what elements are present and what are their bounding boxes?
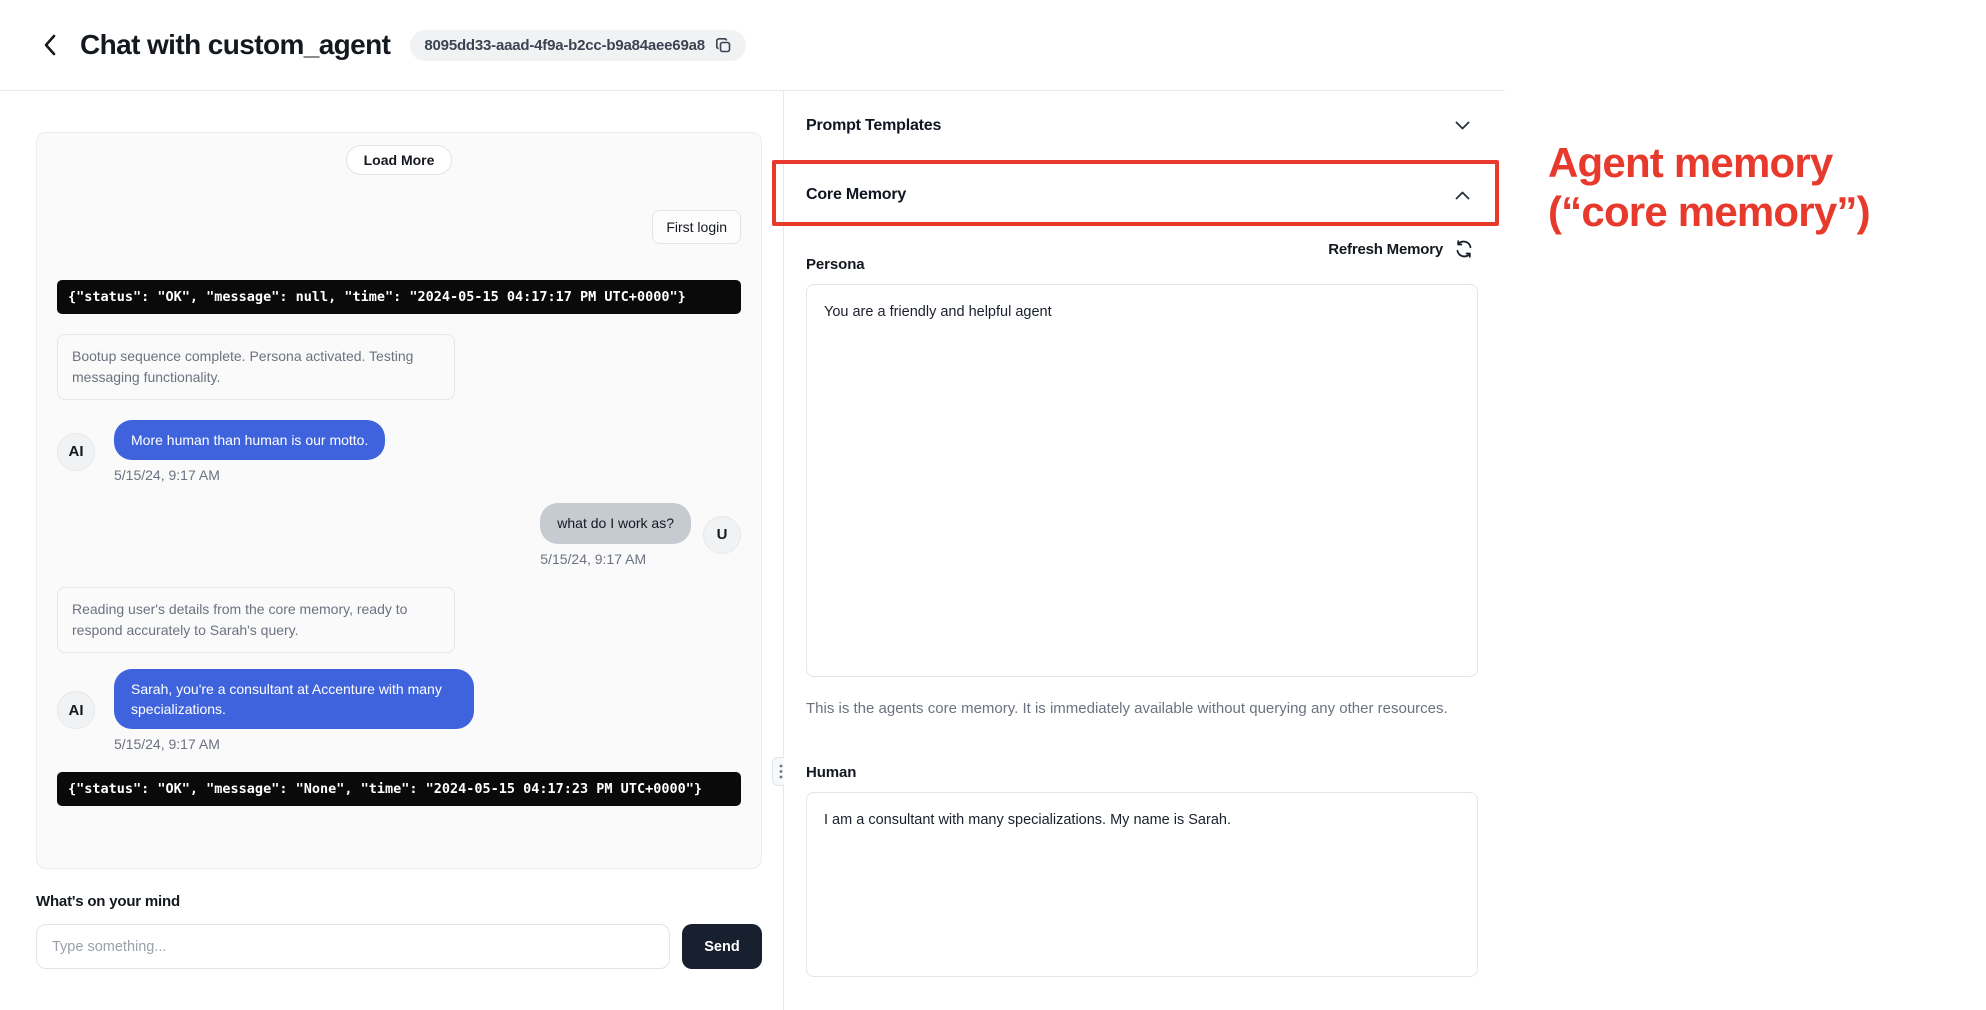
send-button[interactable]: Send — [682, 924, 762, 969]
human-textarea[interactable]: I am a consultant with many specializati… — [806, 792, 1478, 977]
inner-thought-message: Bootup sequence complete. Persona activa… — [57, 334, 455, 400]
user-message-row: what do I work as? 5/15/24, 9:17 AM U — [57, 503, 741, 566]
agent-id: 8095dd33-aaad-4f9a-b2cc-b9a84aee69a8 — [424, 37, 705, 54]
annotation-text: Agent memory (“core memory”) — [1548, 138, 1870, 236]
core-memory-label: Core Memory — [806, 186, 906, 204]
annotation-line-2: (“core memory”) — [1548, 187, 1870, 236]
chevron-down-icon — [1455, 121, 1470, 130]
inner-thought-message: Reading user's details from the core mem… — [57, 587, 455, 653]
refresh-icon — [1454, 239, 1474, 259]
first-login-badge: First login — [652, 210, 741, 244]
load-more-button[interactable]: Load More — [346, 145, 453, 175]
agent-config-panel: Prompt Templates Core Memory Refresh Mem… — [784, 91, 1498, 1010]
message-timestamp: 5/15/24, 9:17 AM — [114, 467, 385, 483]
app-window: Chat with custom_agent 8095dd33-aaad-4f9… — [0, 0, 1986, 1010]
core-memory-description: This is the agents core memory. It is im… — [806, 697, 1456, 720]
back-button[interactable] — [34, 30, 64, 60]
human-field-label: Human — [806, 764, 1474, 781]
message-timestamp: 5/15/24, 9:17 AM — [114, 736, 474, 752]
ai-message-row: AI Sarah, you're a consultant at Accentu… — [57, 669, 741, 753]
persona-textarea[interactable]: You are a friendly and helpful agent — [806, 284, 1478, 677]
refresh-memory-label: Refresh Memory — [1328, 241, 1443, 258]
annotation-line-1: Agent memory — [1548, 138, 1870, 187]
ai-avatar: AI — [57, 691, 95, 729]
core-memory-body: Refresh Memory Persona You are a friendl… — [784, 229, 1498, 977]
ai-message-bubble: Sarah, you're a consultant at Accenture … — [114, 669, 474, 730]
prompt-templates-accordion[interactable]: Prompt Templates — [784, 91, 1498, 161]
composer-label: What's on your mind — [36, 893, 762, 910]
agent-id-badge: 8095dd33-aaad-4f9a-b2cc-b9a84aee69a8 — [410, 30, 746, 61]
message-input[interactable] — [36, 924, 670, 969]
page-header: Chat with custom_agent 8095dd33-aaad-4f9… — [0, 0, 1505, 91]
chevron-left-icon — [43, 34, 56, 56]
copy-id-button[interactable] — [715, 37, 732, 54]
ai-avatar: AI — [57, 433, 95, 471]
system-status-message: {"status": "OK", "message": "None", "tim… — [57, 772, 741, 806]
message-composer: What's on your mind Send — [36, 893, 762, 969]
ai-message-row: AI More human than human is our motto. 5… — [57, 420, 741, 483]
ai-message-bubble: More human than human is our motto. — [114, 420, 385, 460]
refresh-memory-button[interactable]: Refresh Memory — [1328, 239, 1474, 259]
page-title: Chat with custom_agent — [80, 29, 390, 61]
core-memory-accordion[interactable]: Core Memory — [784, 161, 1498, 229]
prompt-templates-label: Prompt Templates — [806, 117, 941, 135]
copy-icon — [715, 37, 732, 54]
chat-history-panel: Load More First login {"status": "OK", "… — [36, 132, 762, 869]
system-status-message: {"status": "OK", "message": null, "time"… — [57, 280, 741, 314]
chevron-up-icon — [1455, 191, 1470, 200]
user-message-bubble: what do I work as? — [540, 503, 691, 543]
message-timestamp: 5/15/24, 9:17 AM — [540, 551, 646, 567]
user-avatar: U — [703, 516, 741, 554]
